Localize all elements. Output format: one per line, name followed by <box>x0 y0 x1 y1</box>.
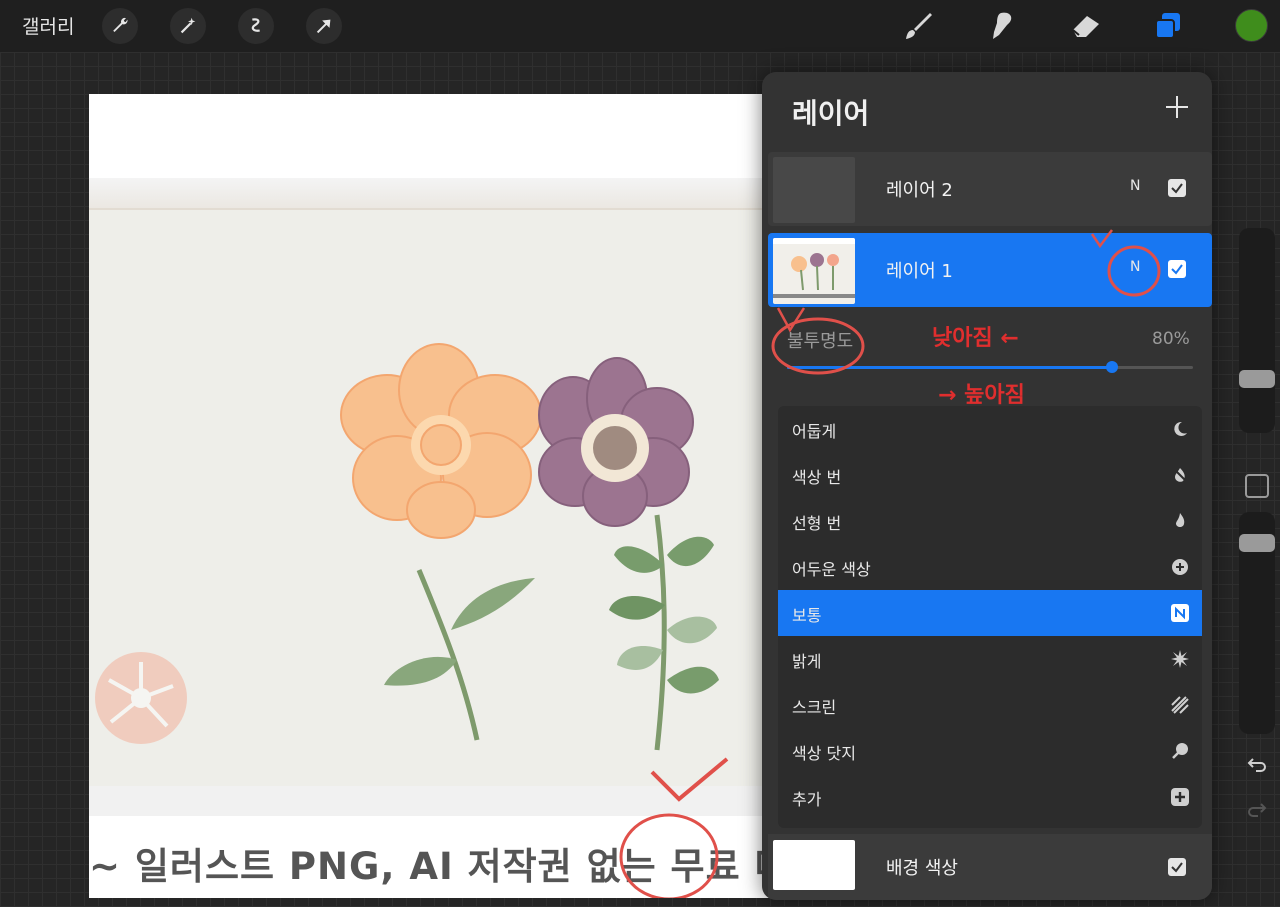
checkmark-icon <box>1171 264 1183 275</box>
opacity-slider-handle[interactable] <box>1106 361 1118 373</box>
layers-button[interactable] <box>1148 8 1188 44</box>
magic-wand-icon <box>180 17 196 34</box>
burn-icon <box>1170 465 1190 485</box>
background-color-layer[interactable]: 배경 색상 <box>768 834 1212 900</box>
n-badge-icon <box>1170 603 1190 623</box>
layer-visibility-checkbox[interactable] <box>1168 179 1186 197</box>
opacity-value: 80% <box>1152 329 1190 349</box>
selection-icon <box>251 18 260 32</box>
blend-mode-label: 밝게 <box>792 652 822 671</box>
layer-name: 배경 색상 <box>886 858 958 879</box>
panel-title: 레이어 <box>792 97 870 130</box>
smudge-icon <box>993 12 1012 39</box>
blend-mode-label: 색상 번 <box>792 468 842 487</box>
color-picker-button[interactable] <box>1235 9 1268 42</box>
drawing-canvas[interactable]: ~ 일러스트 PNG, AI 저작권 없는 무료 다 <box>89 94 789 898</box>
layer-name: 레이어 2 <box>886 180 953 201</box>
selection-button[interactable] <box>238 8 274 44</box>
sparkle-icon <box>1170 649 1190 669</box>
smudge-button[interactable] <box>982 8 1022 44</box>
blend-mode-list: 어둡게색상 번선형 번어두운 색상보통밝게스크린색상 닷지추가 <box>778 406 1202 828</box>
hatch-icon <box>1170 695 1190 715</box>
blend-mode-label: 어둡게 <box>792 422 837 441</box>
blend-mode-label: 선형 번 <box>792 514 842 533</box>
layer-visibility-checkbox[interactable] <box>1168 858 1186 876</box>
undo-icon <box>1247 758 1266 772</box>
brush-size-handle[interactable] <box>1239 370 1275 388</box>
blend-mode-item[interactable]: 어둡게 <box>778 406 1202 452</box>
top-toolbar: 갤러리 <box>0 0 1280 52</box>
blend-mode-item[interactable]: 어두운 색상 <box>778 544 1202 590</box>
blend-mode-item[interactable]: 밝게 <box>778 636 1202 682</box>
dodge-icon <box>1170 741 1190 761</box>
plus-square-icon <box>1170 787 1190 807</box>
gallery-button[interactable]: 갤러리 <box>22 12 74 39</box>
blend-mode-item[interactable]: 선형 번 <box>778 498 1202 544</box>
eraser-button[interactable] <box>1066 8 1106 44</box>
flower-illustration <box>89 210 789 786</box>
add-layer-button[interactable] <box>1160 90 1194 124</box>
undo-button[interactable] <box>1243 750 1271 778</box>
brush-opacity-handle[interactable] <box>1239 534 1275 552</box>
blend-mode-item[interactable]: 보통 <box>778 590 1202 636</box>
blend-mode-label: 추가 <box>792 790 822 809</box>
brush-icon <box>906 13 932 39</box>
redo-icon <box>1248 803 1267 817</box>
checkmark-icon <box>1171 862 1183 873</box>
blend-mode-label: 어두운 색상 <box>792 560 871 579</box>
layers-icon <box>1155 13 1180 39</box>
transform-button[interactable] <box>306 8 342 44</box>
plus-icon <box>1166 96 1188 118</box>
blend-mode-item[interactable]: 색상 번 <box>778 452 1202 498</box>
layer-thumbnail <box>773 157 855 223</box>
layer-blend-mode-button[interactable]: N <box>1130 178 1140 194</box>
eraser-icon <box>1072 16 1099 37</box>
adjustments-button[interactable] <box>170 8 206 44</box>
checkmark-icon <box>1171 183 1183 194</box>
wrench-icon <box>113 17 128 33</box>
blend-mode-label: 보통 <box>792 606 822 625</box>
transform-arrow-icon <box>316 19 331 34</box>
flame-icon <box>1170 511 1190 531</box>
canvas-divider <box>89 178 789 210</box>
layer-visibility-checkbox[interactable] <box>1168 260 1186 278</box>
actions-button[interactable] <box>102 8 138 44</box>
plus-circle-icon <box>1170 557 1190 577</box>
blend-mode-item[interactable]: 스크린 <box>778 682 1202 728</box>
watermark-logo <box>95 652 187 744</box>
brush-button[interactable] <box>898 8 938 44</box>
blend-mode-label: 색상 닷지 <box>792 744 856 763</box>
blend-mode-label: 스크린 <box>792 698 837 717</box>
brush-size-slider[interactable] <box>1239 228 1275 433</box>
handwritten-circle-annotations <box>771 307 865 375</box>
modify-button[interactable] <box>1245 474 1269 498</box>
canvas-top-band <box>89 94 789 178</box>
layer-row-2[interactable]: 레이어 2 N <box>768 152 1212 226</box>
background-color-thumbnail <box>773 840 855 890</box>
blend-mode-item[interactable]: 추가 <box>778 774 1202 820</box>
handwritten-n-circle-annotation <box>1090 229 1161 297</box>
redo-button[interactable] <box>1243 795 1271 823</box>
moon-icon <box>1170 419 1190 439</box>
annotation-lower: 낮아짐 ← <box>932 326 1019 351</box>
layers-panel: 레이어 레이어 2 N 레이어 1 N 불투명도 80% 어둡게 색상 번 선형… <box>762 72 1212 900</box>
blend-mode-item[interactable]: 색상 닷지 <box>778 728 1202 774</box>
annotation-higher: → 높아짐 <box>938 383 1025 408</box>
